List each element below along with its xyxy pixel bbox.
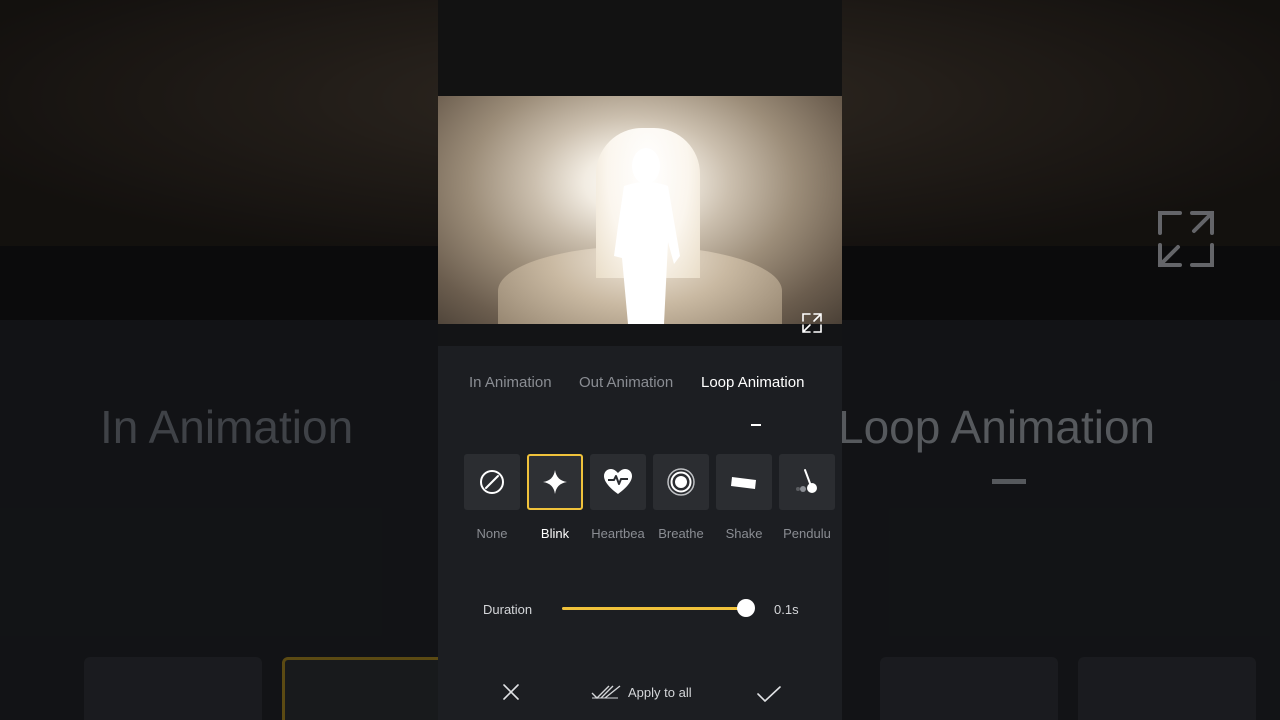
animation-tabs: In Animation Out Animation Loop Animatio… [438,374,842,426]
animation-label: Pendulu [783,526,831,541]
heartbeat-icon [604,469,632,494]
duration-value: 0.1s [774,602,799,617]
close-icon[interactable] [500,681,522,703]
tab-loop-animation[interactable]: Loop Animation [701,374,804,391]
double-check-icon [591,685,621,699]
animation-tile[interactable] [590,454,646,510]
animation-panel: In Animation Out Animation Loop Animatio… [438,346,842,720]
duration-slider[interactable] [562,599,755,617]
phone-screen: In Animation Out Animation Loop Animatio… [438,0,842,720]
shake-icon [731,477,756,489]
tab-out-animation[interactable]: Out Animation [579,374,673,391]
animation-tile-selected[interactable] [527,454,583,510]
duration-slider-fill [562,607,746,610]
animation-tile[interactable] [779,454,835,510]
breathe-icon [667,468,695,496]
animation-tile[interactable] [716,454,772,510]
animation-label: None [476,526,508,541]
preview-gap [438,324,842,346]
video-preview[interactable] [438,96,842,324]
none-icon [480,470,504,494]
animation-tile[interactable] [464,454,520,510]
fullscreen-expand-icon[interactable] [800,311,824,335]
duration-slider-handle[interactable] [737,599,755,617]
animation-label: Breathe [658,526,704,541]
action-bar: Apply to all [438,676,842,716]
check-icon[interactable] [756,684,782,704]
animation-label: Blink [540,526,570,541]
duration-row: Duration 0.1s [438,598,842,622]
duration-label: Duration [483,602,533,617]
person-silhouette [614,148,680,324]
animation-label: Shake [725,526,763,541]
animation-label: Heartbea [591,526,645,541]
apply-to-all-label: Apply to all [628,684,692,700]
animation-list[interactable]: None Blink Heartbea Breathe Shake Pendul… [464,454,842,544]
sparkle-icon [543,470,567,494]
apply-to-all-button[interactable]: Apply to all [590,680,692,704]
top-bar [438,0,842,96]
tab-in-animation[interactable]: In Animation [469,374,552,391]
animation-tile[interactable] [653,454,709,510]
pendulum-icon [796,469,817,493]
active-tab-indicator [751,424,761,426]
